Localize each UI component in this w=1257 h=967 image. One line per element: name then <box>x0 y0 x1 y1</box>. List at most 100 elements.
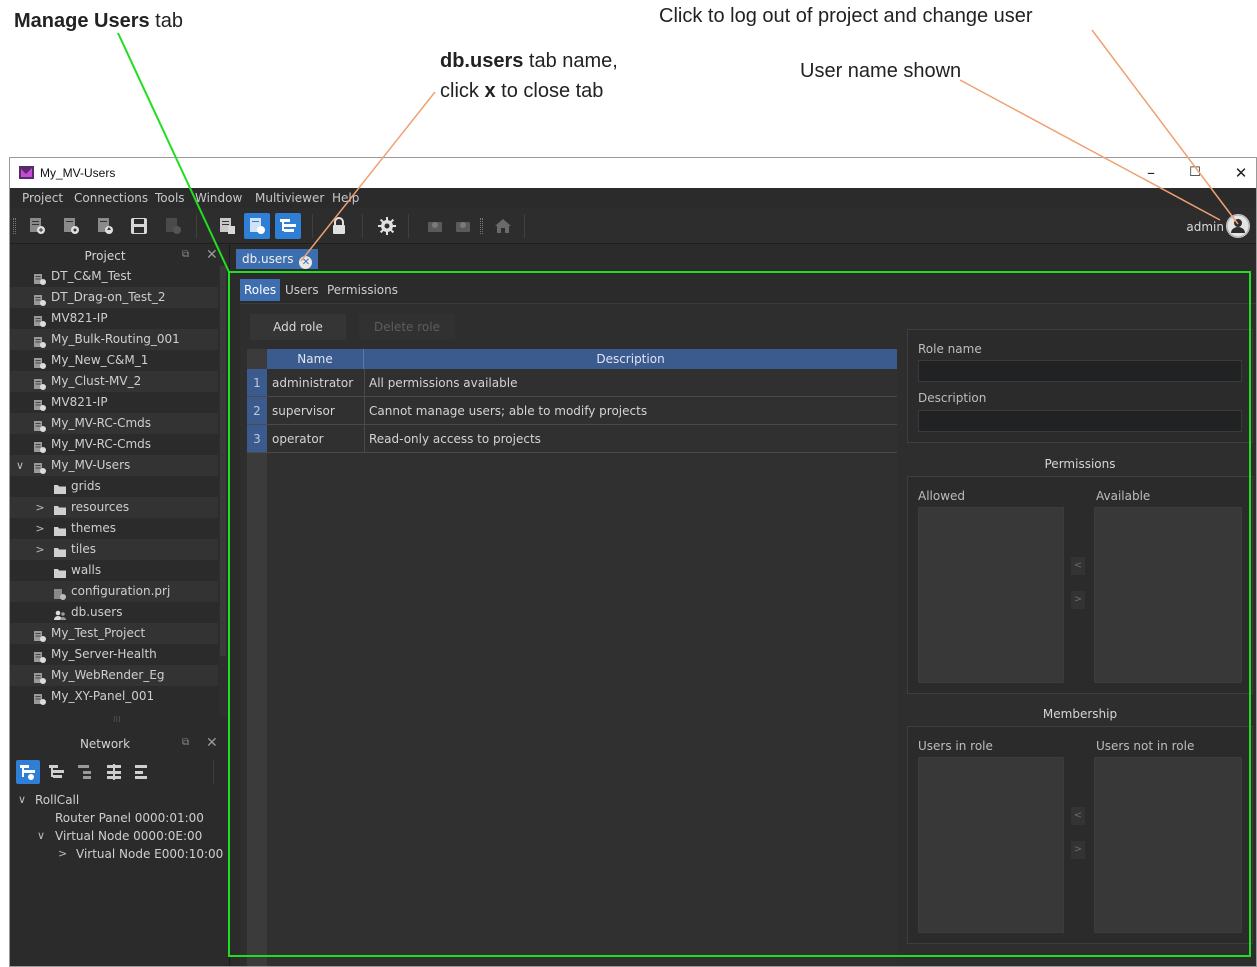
download-device-icon[interactable] <box>450 213 476 239</box>
chevron-right-icon[interactable]: > <box>58 845 67 863</box>
toolbar-grip[interactable] <box>480 218 483 234</box>
project-tree-scrollbar[interactable] <box>219 266 227 716</box>
tree-item[interactable]: My_Bulk-Routing_001 <box>10 329 218 350</box>
close-button[interactable]: ✕ <box>1226 161 1256 185</box>
role-description-cell[interactable]: Cannot manage users; able to modify proj… <box>369 404 647 418</box>
column-header-name[interactable]: Name <box>267 349 364 369</box>
tree-item[interactable]: > tiles <box>10 539 218 560</box>
expand-tree-icon[interactable] <box>45 760 69 784</box>
chevron-down-icon[interactable]: ∨ <box>37 827 45 845</box>
tree-item[interactable]: My_MV-RC-Cmds <box>10 434 218 455</box>
table-row[interactable]: 2 supervisor Cannot manage users; able t… <box>247 397 897 425</box>
settings-gear-icon[interactable] <box>374 213 400 239</box>
tree-item[interactable]: grids <box>10 476 218 497</box>
allowed-permissions-list[interactable] <box>918 507 1064 683</box>
move-right-button[interactable]: > <box>1071 591 1085 609</box>
tree-align-icon[interactable] <box>102 760 126 784</box>
column-header-description[interactable]: Description <box>364 349 897 369</box>
menu-tools[interactable]: Tools <box>155 191 185 205</box>
tree-item[interactable]: MV821-IP <box>10 392 218 413</box>
move-left-button[interactable]: < <box>1071 807 1085 825</box>
tree-item[interactable]: > resources <box>10 497 218 518</box>
network-tree-item[interactable]: ∨ Virtual Node 0000:0E:00 <box>10 827 228 845</box>
tree-item[interactable]: My_WebRender_Eg <box>10 665 218 686</box>
scrollbar-thumb[interactable] <box>220 266 226 656</box>
move-right-button[interactable]: > <box>1071 841 1085 859</box>
tree-item[interactable]: My_New_C&M_1 <box>10 350 218 371</box>
tree-item[interactable]: My_MV-RC-Cmds <box>10 413 218 434</box>
tree-item[interactable]: > themes <box>10 518 218 539</box>
chevron-right-icon[interactable]: > <box>34 497 46 518</box>
minimize-button[interactable]: – <box>1136 161 1166 185</box>
document-tab-db-users[interactable]: db.users ✕ <box>236 249 319 269</box>
menu-multiviewer[interactable]: Multiviewer <box>255 191 324 205</box>
delete-role-button[interactable]: Delete role <box>359 314 455 340</box>
close-panel-icon[interactable]: ✕ <box>206 735 218 751</box>
role-name-field[interactable] <box>918 360 1242 382</box>
users-in-role-list[interactable] <box>918 757 1064 933</box>
menu-window[interactable]: Window <box>195 191 242 205</box>
table-row[interactable]: 1 administrator All permissions availabl… <box>247 369 897 397</box>
toolbar-grip[interactable] <box>13 218 16 234</box>
tree-item[interactable]: My_Server-Health <box>10 644 218 665</box>
chevron-right-icon[interactable]: > <box>34 518 46 539</box>
roles-table-header: Name Description <box>267 349 897 369</box>
tree-item[interactable]: MV821-IP <box>10 308 218 329</box>
role-description-cell[interactable]: Read-only access to projects <box>369 432 541 446</box>
tree-item[interactable]: My_Test_Project <box>10 623 218 644</box>
tree-item[interactable]: DT_Drag-on_Test_2 <box>10 287 218 308</box>
collapse-tree-icon[interactable] <box>74 760 98 784</box>
users-not-in-role-list[interactable] <box>1094 757 1242 933</box>
panel-splitter-grip[interactable]: ⁝⁝⁝ <box>113 715 121 724</box>
chevron-right-icon[interactable]: > <box>34 539 46 560</box>
network-view-icon[interactable] <box>16 760 40 784</box>
cell-divider <box>364 425 365 453</box>
float-panel-icon[interactable]: ⧉ <box>182 737 189 748</box>
tab-roles[interactable]: Roles <box>240 279 281 301</box>
available-permissions-list[interactable] <box>1094 507 1242 683</box>
user-logout-icon[interactable] <box>1226 214 1250 238</box>
chevron-down-icon[interactable]: ∨ <box>18 791 26 809</box>
project-properties-icon[interactable] <box>214 213 240 239</box>
maximize-button[interactable]: ☐ <box>1180 161 1210 185</box>
tree-item[interactable]: DT_C&M_Test <box>10 266 218 287</box>
tree-item[interactable]: db.users <box>10 602 218 623</box>
save-icon[interactable] <box>126 213 152 239</box>
menu-project[interactable]: Project <box>22 191 63 205</box>
tree-list-icon[interactable] <box>130 760 154 784</box>
tree-item[interactable]: My_Clust-MV_2 <box>10 371 218 392</box>
project-panel-toggle-icon[interactable] <box>244 213 270 239</box>
tree-item[interactable]: walls <box>10 560 218 581</box>
annotation-tab-close-text: to close tab <box>495 80 604 102</box>
tree-item[interactable]: My_XY-Panel_001 <box>10 686 218 707</box>
chevron-down-icon[interactable]: ∨ <box>14 455 26 476</box>
menu-connections[interactable]: Connections <box>74 191 148 205</box>
close-project-icon[interactable] <box>160 213 186 239</box>
home-icon[interactable] <box>490 213 516 239</box>
upload-device-icon[interactable] <box>422 213 448 239</box>
network-tree-item[interactable]: ∨ RollCall <box>10 791 228 809</box>
role-name-cell[interactable]: supervisor <box>272 404 335 418</box>
float-panel-icon[interactable]: ⧉ <box>182 249 189 260</box>
role-name-cell[interactable]: administrator <box>272 376 353 390</box>
lock-icon[interactable] <box>326 213 352 239</box>
role-name-cell[interactable]: operator <box>272 432 324 446</box>
network-tree-item[interactable]: Router Panel 0000:01:00 <box>10 809 228 827</box>
role-description-cell[interactable]: All permissions available <box>369 376 517 390</box>
close-tab-icon[interactable]: ✕ <box>299 256 313 269</box>
open-project-icon[interactable] <box>58 213 84 239</box>
tree-item[interactable]: ∨ My_MV-Users <box>10 455 218 476</box>
tab-permissions[interactable]: Permissions <box>323 279 402 301</box>
close-panel-icon[interactable]: ✕ <box>206 247 218 263</box>
tab-users[interactable]: Users <box>281 279 323 301</box>
new-project-icon[interactable] <box>24 213 50 239</box>
tree-item[interactable]: configuration.prj <box>10 581 218 602</box>
menu-help[interactable]: Help <box>332 191 359 205</box>
upload-project-icon[interactable] <box>92 213 118 239</box>
move-left-button[interactable]: < <box>1071 557 1085 575</box>
table-row[interactable]: 3 operator Read-only access to projects <box>247 425 897 453</box>
add-role-button[interactable]: Add role <box>250 314 346 340</box>
description-field[interactable] <box>918 410 1242 432</box>
network-tree-item[interactable]: > Virtual Node E000:10:00 <box>10 845 228 863</box>
network-panel-toggle-icon[interactable] <box>275 213 301 239</box>
